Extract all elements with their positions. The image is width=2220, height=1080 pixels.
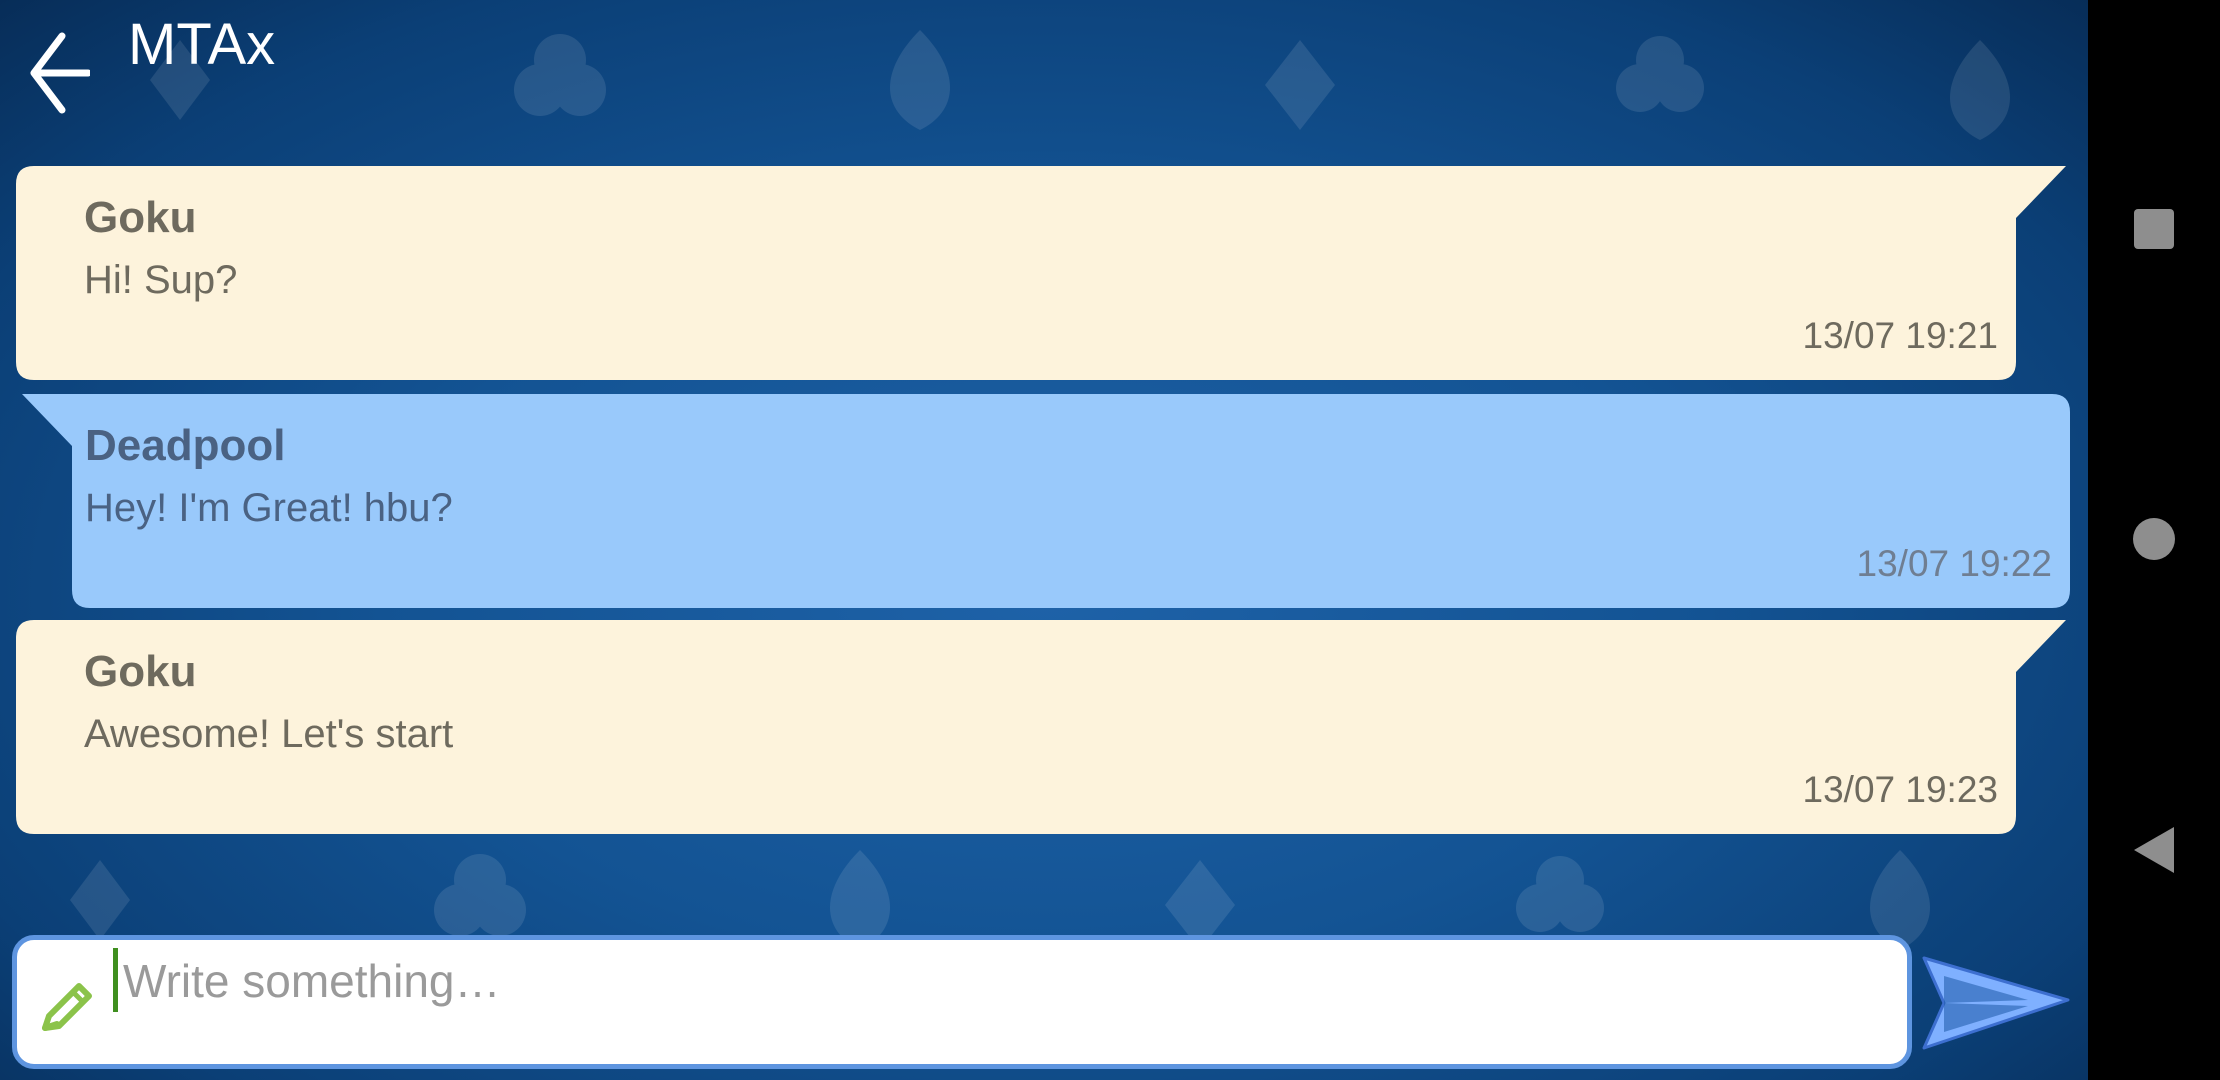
chat-screen: MTAx Goku Hi! Sup? 13/07 19:21 Deadpool … xyxy=(0,0,2088,1080)
triangle-back-icon xyxy=(2134,827,2174,873)
system-back-button[interactable] xyxy=(2088,805,2220,895)
screen: MTAx Goku Hi! Sup? 13/07 19:21 Deadpool … xyxy=(0,0,2220,1080)
message-sender: Goku xyxy=(84,193,197,242)
message-bubble[interactable]: Goku Hi! Sup? 13/07 19:21 xyxy=(16,166,2068,380)
message-bubble[interactable]: Deadpool Hey! I'm Great! hbu? 13/07 19:2… xyxy=(22,394,2070,608)
chat-title: MTAx xyxy=(128,12,276,77)
message-time: 13/07 19:22 xyxy=(1856,543,2052,584)
back-button[interactable] xyxy=(24,28,94,118)
pencil-icon xyxy=(42,983,92,1031)
text-cursor xyxy=(113,948,118,1012)
message-text: Hey! I'm Great! hbu? xyxy=(85,486,453,530)
system-navigation-bar xyxy=(2088,0,2220,1080)
message-text: Hi! Sup? xyxy=(84,258,238,302)
message-input[interactable] xyxy=(123,946,1883,1016)
message-time: 13/07 19:21 xyxy=(1802,315,1998,356)
message-text: Awesome! Let's start xyxy=(84,712,454,756)
arrow-left-icon xyxy=(30,32,90,114)
send-button[interactable] xyxy=(1918,948,2074,1058)
message-sender: Deadpool xyxy=(85,421,286,470)
home-button[interactable] xyxy=(2088,494,2220,584)
square-icon xyxy=(2134,209,2174,249)
circle-icon xyxy=(2133,518,2175,560)
send-icon xyxy=(1922,956,2070,1050)
message-bubble[interactable]: Goku Awesome! Let's start 13/07 19:23 xyxy=(16,620,2068,834)
message-sender: Goku xyxy=(84,647,197,696)
bubble-shape xyxy=(16,166,2066,380)
message-time: 13/07 19:23 xyxy=(1802,769,1998,810)
recents-button[interactable] xyxy=(2088,184,2220,274)
message-composer xyxy=(12,935,1912,1069)
